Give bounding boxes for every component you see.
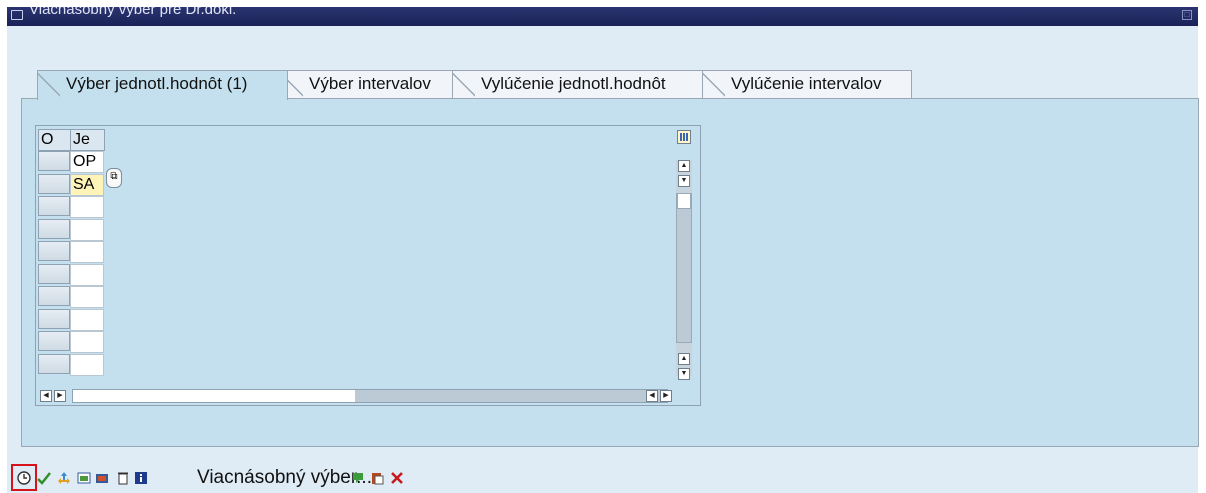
vertical-scroll-track[interactable] [676,193,692,343]
dialog-body: Výber jednotl.hodnôt (1) Výber intervalo… [7,26,1199,463]
value-cell[interactable] [70,331,104,353]
window-titlebar: Viacnásobný výber pre Dr.dokl. □ [7,7,1198,26]
value-cell[interactable] [70,354,104,376]
row-selector[interactable] [38,196,70,216]
value-table: O Je OP SA ⧉ ▲ ▼ ▲ ▼ ◀ ▶ ◀ ▶ [35,125,701,406]
tab-exclude-single-values[interactable]: Vylúčenie jednotl.hodnôt [452,70,710,99]
close-icon[interactable]: □ [1182,10,1192,20]
value-cell[interactable] [70,219,104,241]
tab-panel: O Je OP SA ⧉ ▲ ▼ ▲ ▼ ◀ ▶ ◀ ▶ [21,98,1199,447]
value-cell[interactable] [70,309,104,331]
execute-icon[interactable] [17,471,31,485]
value-cell[interactable] [70,196,104,218]
scroll-up-icon[interactable]: ▲ [678,160,690,172]
horizontal-scroll-thumb[interactable] [73,390,355,402]
window-icon [11,10,23,20]
scroll-down-icon[interactable]: ▼ [678,175,690,187]
tab-single-values[interactable]: Výber jednotl.hodnôt (1) [37,70,288,100]
column-header-option[interactable]: O [38,129,71,151]
clipboard-icon[interactable] [370,471,384,485]
info-icon[interactable] [134,471,148,485]
value-cell[interactable] [70,286,104,308]
row-selector[interactable] [38,264,70,284]
value-cell[interactable]: OP [70,151,104,173]
row-selector[interactable] [38,286,70,306]
export-icon[interactable] [95,471,109,485]
import-icon[interactable] [77,471,91,485]
delete-icon[interactable] [116,471,130,485]
table-settings-icon[interactable] [677,130,691,144]
tab-label: Výber intervalov [309,74,431,93]
tab-label: Vylúčenie intervalov [731,74,882,93]
row-selector[interactable] [38,151,70,171]
tab-label: Výber jednotl.hodnôt (1) [66,74,248,93]
row-selector[interactable] [38,331,70,351]
scroll-right-end-icon[interactable]: ▶ [660,390,672,402]
row-selector[interactable] [38,219,70,239]
value-cell-editing[interactable]: SA [70,174,104,196]
navigate-icon[interactable] [57,471,71,485]
value-help-button[interactable]: ⧉ [106,168,122,188]
multiple-selection-button[interactable]: Viacnásobný výber... [197,467,372,489]
scroll-right-icon[interactable]: ▶ [54,390,66,402]
tab-exclude-intervals[interactable]: Vylúčenie intervalov [702,70,912,99]
horizontal-scrollbar[interactable] [72,389,668,403]
checkmark-icon[interactable] [37,471,51,485]
scroll-left-end-icon[interactable]: ◀ [646,390,658,402]
cancel-icon[interactable] [390,471,404,485]
value-cell[interactable] [70,241,104,263]
scroll-page-down-icon[interactable]: ▼ [678,368,690,380]
value-cell[interactable] [70,264,104,286]
tab-intervals[interactable]: Výber intervalov [280,70,460,99]
window-title: Viacnásobný výber pre Dr.dokl. [29,7,237,18]
scroll-left-icon[interactable]: ◀ [40,390,52,402]
row-selector[interactable] [38,174,70,194]
tab-label: Vylúčenie jednotl.hodnôt [481,74,666,93]
bottom-toolbar: Viacnásobný výber... [7,463,1198,493]
vertical-scroll-thumb[interactable] [677,193,691,209]
row-selector[interactable] [38,354,70,374]
horizontal-scroll-track[interactable] [355,390,667,402]
row-selector[interactable] [38,309,70,329]
row-selector[interactable] [38,241,70,261]
column-header-value[interactable]: Je [70,129,105,151]
upload-icon[interactable] [351,471,365,485]
scroll-page-up-icon[interactable]: ▲ [678,353,690,365]
